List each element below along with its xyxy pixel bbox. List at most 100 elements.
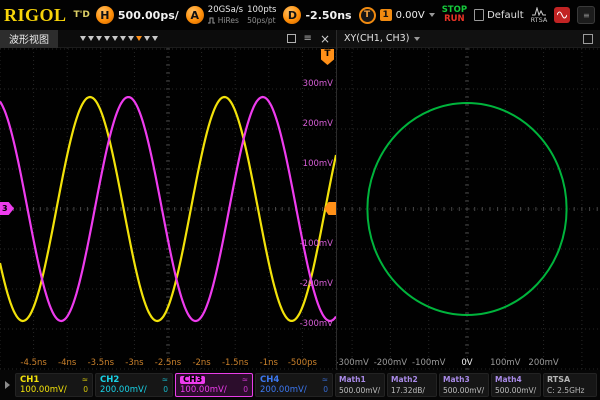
math-name: Math3 (443, 376, 485, 384)
acquire-knob[interactable]: A (186, 6, 204, 24)
trigger-frame-marker-icon[interactable] (136, 36, 142, 41)
trigger-source-badge[interactable]: 1 (380, 9, 392, 21)
channel-name: CH3 (180, 376, 205, 385)
channel-offset: 0 (322, 386, 328, 394)
wave-y-label: 100mV (303, 159, 334, 169)
tab-label: 波形视图 (9, 31, 49, 46)
run-label: RUN (444, 15, 465, 24)
channel-box-ch4[interactable]: CH4≈200.00mV/0 (255, 373, 333, 397)
frame-marker-icon[interactable] (88, 36, 94, 41)
channel-box-ch2[interactable]: CH2≈200.00mV/0 (95, 373, 173, 397)
channel-status-bar: CH1≈100.00mV/0CH2≈200.00mV/0CH3≈100.00mV… (0, 370, 600, 400)
channel-name: CH4 (260, 376, 322, 385)
wave-x-label: -3ns (125, 358, 144, 368)
wave-x-label: -1.5ns (222, 358, 249, 368)
toolbar-right-cluster: STOP RUN Default RTSA ≡ (442, 6, 598, 25)
top-toolbar: RIGOL T'D H 500.00ps/ A 20GSa/s HiRes 10… (0, 0, 600, 30)
run-stop-control[interactable]: STOP RUN (442, 6, 467, 25)
waveform-icon (557, 11, 567, 19)
acquire-settings[interactable]: A 20GSa/s HiRes 100pts 50ps/pt (186, 5, 277, 24)
waveform-display[interactable]: 300mV200mV100mV-100mV-200mV-300mV-4.5ns-… (0, 48, 336, 370)
timebase-value: 500.00ps/ (118, 9, 179, 22)
xy-axis-ticks (344, 49, 597, 369)
channel-box-ch1[interactable]: CH1≈100.00mV/0 (15, 373, 93, 397)
trigger-flag-label: T (324, 49, 330, 65)
math-box-math3[interactable]: Math3 500.00mV/ (439, 373, 489, 397)
math-name: Math2 (391, 376, 433, 384)
channel-name: CH1 (20, 376, 82, 385)
wave-x-label: -3.5ns (88, 358, 115, 368)
coupling-icon: ≈ (242, 376, 248, 384)
tab-waveform-view[interactable]: 波形视图 (0, 30, 58, 48)
waveform-plot: 300mV200mV100mV-100mV-200mV-300mV-4.5ns-… (0, 48, 336, 370)
math-value: 500.00mV/ (443, 387, 485, 395)
xy-x-label: 0V (461, 358, 472, 368)
frame-marker-icon[interactable] (152, 36, 158, 41)
sample-interval: 50ps/pt (247, 16, 276, 25)
channel-offset: 0 (162, 386, 168, 394)
delay-settings[interactable]: D -2.50ns (283, 6, 351, 24)
channel-scale: 200.00mV/ (100, 386, 162, 395)
xy-display[interactable]: -300mV-200mV-100mV0V100mV200mV (337, 48, 600, 370)
chevron-down-icon[interactable] (414, 37, 420, 41)
trigger-knob[interactable]: T (359, 7, 376, 24)
channel-name: CH2 (100, 376, 162, 385)
frame-marker-icon[interactable] (80, 36, 86, 41)
wave-y-label: 200mV (303, 119, 334, 129)
xy-panel-title: XY(CH1, CH3) (344, 33, 409, 44)
math-box-math2[interactable]: Math217.32dB/ (387, 373, 437, 397)
delay-value: -2.50ns (305, 9, 351, 22)
window-icon[interactable] (287, 34, 296, 43)
default-button[interactable]: Default (474, 9, 524, 21)
frame-indicator-strip[interactable] (80, 36, 158, 41)
chevron-down-icon[interactable] (429, 13, 435, 17)
wave-y-label: -200mV (300, 279, 334, 289)
trigger-settings[interactable]: T 1 0.00V (359, 7, 435, 24)
math-value: 500.00mV/ (495, 387, 537, 395)
hires-icon (208, 17, 216, 24)
channel-offset: 0 (82, 386, 88, 394)
spectrum-icon (532, 7, 546, 16)
frame-marker-icon[interactable] (112, 36, 118, 41)
frame-marker-icon[interactable] (96, 36, 102, 41)
trigger-level-value: 0.00V (396, 10, 425, 21)
xy-x-label: 200mV (528, 358, 559, 368)
rtsa-label: RTSA (531, 17, 548, 24)
channel-box-ch3[interactable]: CH3≈100.00mV/0 (175, 373, 253, 397)
wave-x-label: -4ns (58, 358, 77, 368)
horizontal-knob[interactable]: H (96, 6, 114, 24)
rtsa-button[interactable]: RTSA (531, 7, 548, 24)
frame-marker-icon[interactable] (128, 36, 134, 41)
channel-scale: 100.00mV/ (20, 386, 82, 395)
expand-arrow-icon[interactable] (5, 381, 10, 389)
math-box-math1[interactable]: Math1500.00mV/ (335, 373, 385, 397)
horizontal-settings[interactable]: H 500.00ps/ (96, 6, 179, 24)
xy-panel-header[interactable]: XY(CH1, CH3) (337, 30, 600, 48)
frame-marker-icon[interactable] (144, 36, 150, 41)
frame-marker-icon[interactable] (120, 36, 126, 41)
delay-knob[interactable]: D (283, 6, 301, 24)
xy-x-label: -100mV (412, 358, 446, 368)
sample-rate: 20GSa/s (208, 5, 243, 15)
rtsa-frequency: C: 2.5GHz (547, 387, 593, 395)
math-box-math4[interactable]: Math4500.00mV/ (491, 373, 541, 397)
measure-button[interactable] (554, 7, 570, 23)
default-label: Default (487, 10, 524, 21)
xy-x-label: -200mV (374, 358, 408, 368)
coupling-icon: ≈ (162, 376, 168, 384)
menu-button[interactable]: ≡ (577, 6, 595, 24)
xy-plot: -300mV-200mV-100mV0V100mV200mV (337, 48, 600, 370)
rtsa-status-box[interactable]: RTSA C: 2.5GHz (543, 373, 597, 397)
wave-x-label: -2ns (192, 358, 211, 368)
document-icon (474, 9, 484, 21)
ch3-marker-label: 3 (2, 204, 8, 213)
hamburger-icon[interactable]: ≡ (304, 34, 312, 44)
acquire-mode: HiRes (218, 16, 239, 25)
expand-icon[interactable] (583, 34, 593, 44)
close-icon[interactable]: × (320, 33, 330, 45)
rigol-logo: RIGOL (4, 5, 67, 26)
frame-marker-icon[interactable] (104, 36, 110, 41)
wave-y-label: 300mV (303, 79, 334, 89)
channel-status-list: CH1≈100.00mV/0CH2≈200.00mV/0CH3≈100.00mV… (15, 373, 333, 397)
channel-offset: 0 (242, 386, 248, 394)
